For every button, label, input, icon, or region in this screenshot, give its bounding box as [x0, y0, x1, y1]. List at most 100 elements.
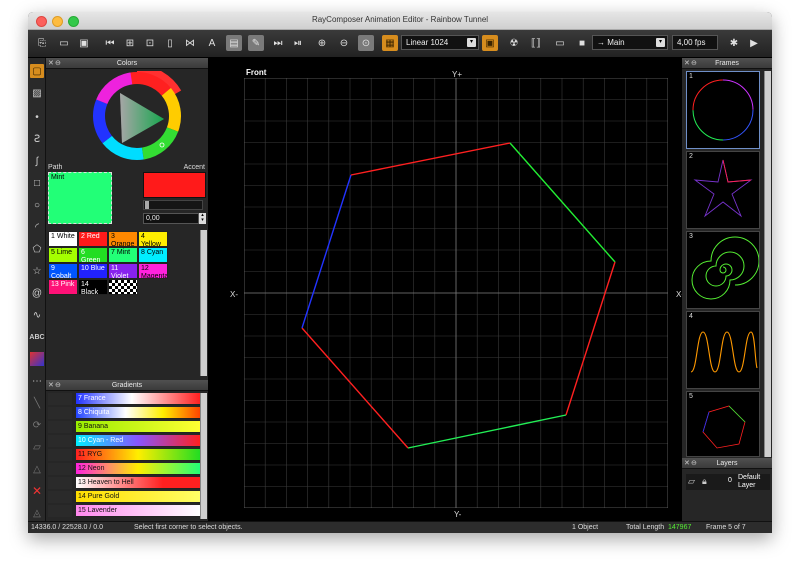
- close-icon[interactable]: ✕: [48, 380, 54, 391]
- path-color-swatch[interactable]: Mint: [48, 172, 112, 224]
- gradient-item[interactable]: 9 Banana: [76, 421, 200, 433]
- frames-scrollbar[interactable]: [764, 71, 771, 457]
- polygon-tool-icon[interactable]: ⬠: [30, 242, 44, 256]
- color-swatch[interactable]: 4 Yellow: [138, 231, 168, 247]
- spiral-tool-icon[interactable]: @: [30, 286, 44, 300]
- zigzag-tool-icon[interactable]: Ꙅ: [30, 132, 44, 146]
- arc-tool-icon[interactable]: ◜: [30, 220, 44, 234]
- frame-thumbnail[interactable]: 4: [686, 311, 760, 389]
- color-swatch[interactable]: 6 Green: [78, 247, 108, 263]
- circle-tool-icon[interactable]: ○: [30, 198, 44, 212]
- fps-stepper[interactable]: 4,00 fps: [672, 35, 718, 50]
- gradient-item[interactable]: 15 Lavender: [76, 505, 200, 517]
- color-swatch[interactable]: 13 Pink: [48, 279, 78, 295]
- text-frame-icon[interactable]: A: [204, 35, 220, 51]
- accent-color-swatch[interactable]: [143, 172, 206, 198]
- curve-tool-icon[interactable]: ∫: [30, 154, 44, 168]
- detach-icon[interactable]: ⊖: [55, 58, 61, 69]
- gradient-item[interactable]: 12 Neon: [76, 463, 200, 475]
- color-swatch[interactable]: 3 Orange: [108, 231, 138, 247]
- close-icon[interactable]: ✕: [684, 58, 690, 69]
- color-swatch[interactable]: 2 Red: [78, 231, 108, 247]
- split-frame-icon[interactable]: ⋈: [182, 35, 198, 51]
- sample-mode-select[interactable]: Linear 1024 ▾: [401, 35, 479, 50]
- value-stepper[interactable]: ▴ ▾: [199, 213, 206, 224]
- play-icon[interactable]: ▶: [746, 35, 762, 51]
- add-frame-icon[interactable]: ⊡: [142, 35, 158, 51]
- lock-icon[interactable]: 🔒︎: [702, 476, 707, 487]
- text-tool-icon[interactable]: ABC: [29, 330, 44, 344]
- hatch-tool-icon[interactable]: ▨: [30, 86, 44, 100]
- playback-target-select[interactable]: → Main ▾: [592, 35, 668, 50]
- select-rect-tool-icon[interactable]: ▢: [30, 64, 44, 78]
- open-folder-icon[interactable]: ▭: [56, 35, 72, 51]
- detach-icon[interactable]: ⊖: [691, 58, 697, 69]
- frame-thumbnail[interactable]: 5: [686, 391, 760, 457]
- color-swatch[interactable]: 9 Cobalt: [48, 263, 78, 279]
- preview-icon[interactable]: ▣: [482, 35, 498, 51]
- color-swatch[interactable]: [108, 279, 138, 295]
- color-swatch[interactable]: 14 Black: [78, 279, 108, 295]
- new-file-icon[interactable]: ⎘: [34, 35, 50, 51]
- frame-thumbnail[interactable]: 2: [686, 151, 760, 229]
- onion-skin-icon[interactable]: ▤: [226, 35, 242, 51]
- color-swatch[interactable]: 12 Magenta: [138, 263, 168, 279]
- insert-frame-icon[interactable]: ⊞: [122, 35, 138, 51]
- zoom-out-icon[interactable]: ⊖: [336, 35, 352, 51]
- swatch-scrollbar[interactable]: [200, 230, 207, 376]
- color-swatch[interactable]: 7 Mint: [108, 247, 138, 263]
- gradient-item[interactable]: 10 Cyan - Red: [76, 435, 200, 447]
- brightness-slider[interactable]: [143, 200, 203, 210]
- copy-frame-icon[interactable]: ▯: [162, 35, 178, 51]
- color-swatch[interactable]: 10 Blue: [78, 263, 108, 279]
- detach-icon[interactable]: ⊖: [55, 380, 61, 391]
- prev-frame-icon[interactable]: ⏭: [270, 35, 286, 51]
- color-wheel[interactable]: [92, 71, 182, 161]
- color-swatch[interactable]: 1 White: [48, 231, 78, 247]
- pen-tool-icon[interactable]: ╲: [30, 396, 44, 410]
- slider-handle[interactable]: [145, 201, 149, 209]
- color-swatch[interactable]: 11 Violet: [108, 263, 138, 279]
- gradient-scrollbar[interactable]: [200, 393, 207, 519]
- gradient-item[interactable]: 8 Chiquita: [76, 407, 200, 419]
- zoom-in-icon[interactable]: ⊕: [314, 35, 330, 51]
- delete-tool-icon[interactable]: ✕: [30, 484, 44, 498]
- layer-row[interactable]: ▱ 🔒︎ 0 Default Layer: [686, 474, 770, 490]
- stop-icon[interactable]: ■: [574, 35, 590, 51]
- grid-icon[interactable]: ▦: [382, 35, 398, 51]
- frame-bracket-icon[interactable]: ⟦⟧: [528, 35, 544, 51]
- gradient-item[interactable]: 14 Pure Gold: [76, 491, 200, 503]
- zoom-fit-icon[interactable]: ⊙: [358, 35, 374, 51]
- drawing-canvas[interactable]: Front Y+ Y- X- X+: [208, 58, 686, 521]
- gradient-item[interactable]: 11 RYG: [76, 449, 200, 461]
- brush-icon[interactable]: ✎: [248, 35, 264, 51]
- point-tool-icon[interactable]: •: [30, 110, 44, 124]
- detach-icon[interactable]: ⊖: [691, 458, 697, 469]
- rotate-tool-icon[interactable]: ⟳: [30, 418, 44, 432]
- wave-tool-icon[interactable]: ∿: [30, 308, 44, 322]
- close-icon[interactable]: ✕: [48, 58, 54, 69]
- value-field[interactable]: 0,00: [143, 213, 199, 224]
- laser-output-icon[interactable]: ☢: [506, 35, 522, 51]
- wrench-icon[interactable]: ✱: [726, 35, 742, 51]
- star-tool-icon[interactable]: ☆: [30, 264, 44, 278]
- gradient-item[interactable]: 13 Heaven to Hell: [76, 477, 200, 489]
- last-frame-icon[interactable]: ⏯: [290, 35, 306, 51]
- mirror-tool-icon[interactable]: △: [30, 462, 44, 476]
- heptagon-shape[interactable]: [301, 142, 616, 449]
- gradient-item[interactable]: 7 France: [76, 393, 200, 405]
- frame-thumbnail[interactable]: 1: [686, 71, 760, 149]
- dots-tool-icon[interactable]: ⋯: [30, 374, 44, 388]
- save-icon[interactable]: ▣: [76, 35, 92, 51]
- transform-tool-icon[interactable]: ◬: [30, 506, 44, 520]
- close-icon[interactable]: ✕: [684, 458, 690, 469]
- eraser-icon[interactable]: ▱: [688, 476, 695, 487]
- color-fill-tool-icon[interactable]: [30, 352, 44, 366]
- first-frame-icon[interactable]: ⏮: [102, 35, 118, 51]
- dac-icon[interactable]: ▭: [552, 35, 568, 51]
- color-swatch[interactable]: 5 Lime: [48, 247, 78, 263]
- rectangle-tool-icon[interactable]: □: [30, 176, 44, 190]
- eraser-tool-icon[interactable]: ▱: [30, 440, 44, 454]
- frame-thumbnail[interactable]: 3: [686, 231, 760, 309]
- color-swatch[interactable]: 8 Cyan: [138, 247, 168, 263]
